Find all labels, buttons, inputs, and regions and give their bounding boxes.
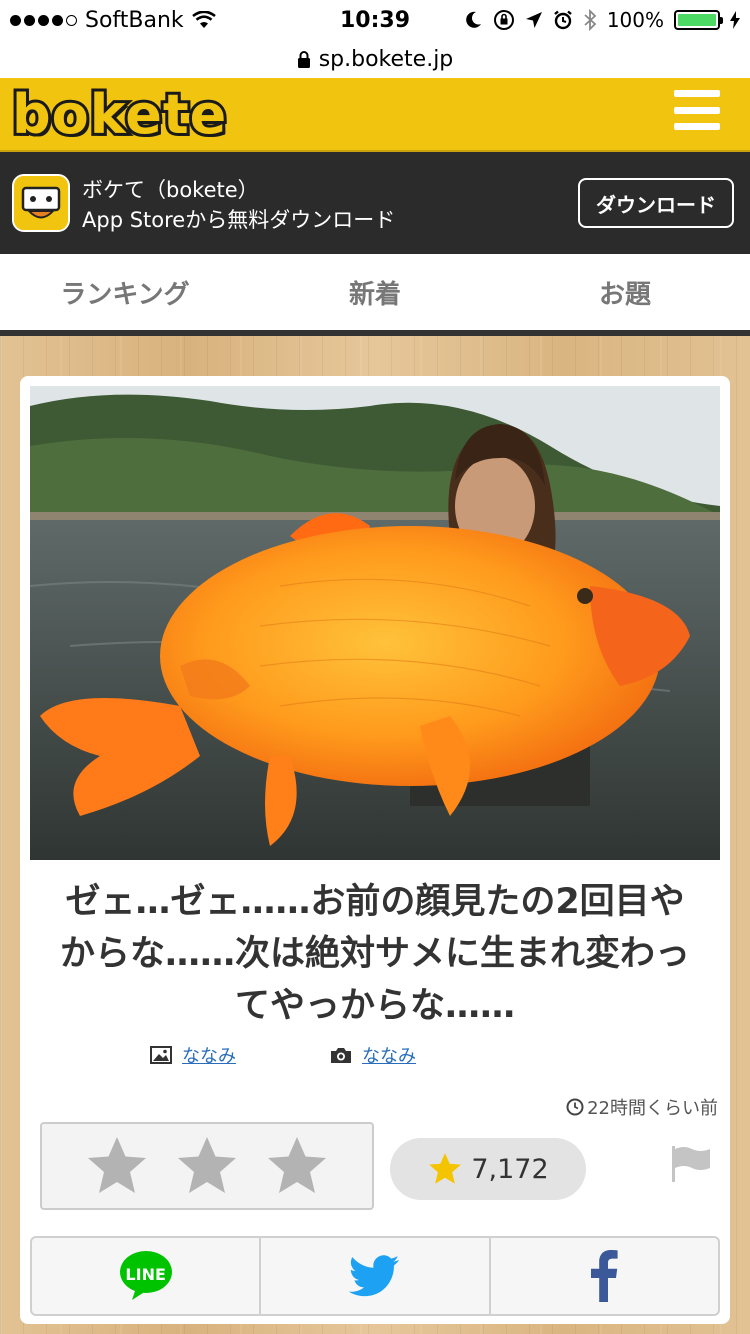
bluetooth-icon <box>584 9 597 31</box>
rating-box <box>40 1122 374 1210</box>
rate-star-2-button[interactable] <box>175 1134 239 1198</box>
site-header: bokete <box>0 78 750 152</box>
hamburger-icon[interactable] <box>674 90 720 130</box>
app-title: ボケて（bokete） <box>82 178 259 202</box>
url-text: sp.bokete.jp <box>318 46 454 72</box>
star-icon <box>178 1137 236 1193</box>
report-flag-button[interactable] <box>670 1144 712 1184</box>
rate-star-3-button[interactable] <box>265 1134 329 1198</box>
bokete-logo[interactable]: bokete <box>9 80 238 149</box>
app-install-banner: ボケて（bokete） App Storeから無料ダウンロード ダウンロード <box>0 152 750 254</box>
line-label: LINE <box>125 1264 166 1284</box>
status-bar: SoftBank 10:39 100% <box>0 0 750 40</box>
score-value: 7,172 <box>471 1153 549 1185</box>
location-icon <box>525 12 542 28</box>
twitter-share-button[interactable] <box>261 1238 491 1314</box>
goldfish-photo[interactable] <box>30 386 720 860</box>
battery-percent: 100% <box>606 8 664 32</box>
image-credit: ななみ <box>150 1042 236 1068</box>
tab-ranking[interactable]: ランキング <box>0 254 250 330</box>
charging-icon <box>730 11 740 29</box>
flag-icon <box>672 1146 710 1182</box>
share-buttons: LINE <box>30 1236 720 1316</box>
boke-author-link[interactable]: ななみ <box>362 1042 416 1068</box>
nav-tabs: ランキング 新着 お題 <box>0 254 750 336</box>
address-bar[interactable]: sp.bokete.jp <box>0 40 750 78</box>
lock-icon <box>297 51 310 68</box>
star-icon <box>88 1137 146 1193</box>
rate-star-1-button[interactable] <box>85 1134 149 1198</box>
carrier-info: SoftBank <box>10 8 300 33</box>
app-subtitle: App Storeから無料ダウンロード <box>82 208 396 232</box>
battery-icon <box>674 10 723 30</box>
facebook-icon <box>591 1250 618 1302</box>
clock-icon <box>566 1098 584 1116</box>
image-icon <box>150 1046 172 1064</box>
score-badge: 7,172 <box>390 1138 586 1200</box>
orientation-lock-icon <box>493 10 514 30</box>
app-icon[interactable] <box>12 174 70 232</box>
twitter-icon <box>348 1255 400 1297</box>
line-share-button[interactable]: LINE <box>32 1238 262 1314</box>
post-card: ゼェ…ゼェ……お前の顔見たの2回目やからな……次は絶対サメに生まれ変わってやっか… <box>20 376 730 1324</box>
image-author-link[interactable]: ななみ <box>182 1042 236 1068</box>
wifi-icon <box>191 11 216 28</box>
moon-icon <box>466 11 481 28</box>
tab-topics[interactable]: お題 <box>500 254 750 330</box>
post-caption: ゼェ…ゼェ……お前の顔見たの2回目やからな……次は絶対サメに生まれ変わってやっか… <box>59 882 690 1026</box>
carrier-name: SoftBank <box>85 7 184 33</box>
camera-icon <box>331 1048 351 1063</box>
star-icon <box>268 1137 326 1193</box>
tab-new[interactable]: 新着 <box>250 254 500 330</box>
star-icon <box>429 1153 462 1184</box>
post-timestamp: 22時間くらい前 <box>566 1094 718 1120</box>
facebook-share-button[interactable] <box>491 1238 718 1314</box>
download-button[interactable]: ダウンロード <box>578 178 734 228</box>
signal-strength-icon <box>10 14 77 26</box>
status-icons: 100% <box>463 8 740 32</box>
boke-credit: ななみ <box>330 1042 416 1068</box>
timestamp-text: 22時間くらい前 <box>587 1098 718 1119</box>
alarm-icon <box>554 10 572 30</box>
